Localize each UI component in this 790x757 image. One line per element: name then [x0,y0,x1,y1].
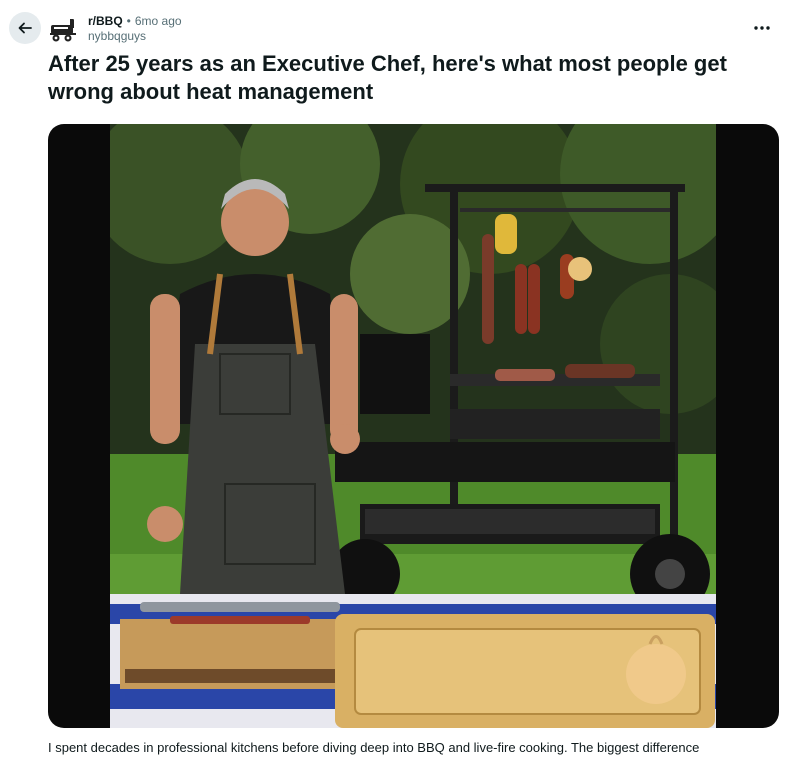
post-age: 6mo ago [134,14,182,28]
chef-grill-photo [110,124,716,728]
post-body-preview: I spent decades in professional kitchens… [48,740,700,755]
arrow-left-icon [18,22,32,34]
meta-separator: • [126,14,131,28]
subreddit-avatar[interactable] [48,16,80,48]
post-meta: r/BBQ • 6mo ago nybbqguys [88,14,182,44]
author-link[interactable]: nybbqguys [88,29,182,44]
post-title[interactable]: After 25 years as an Executive Chef, her… [48,50,768,106]
more-options-button[interactable] [746,12,778,44]
subreddit-link[interactable]: r/BBQ [88,14,123,29]
post-image[interactable] [48,124,779,728]
ellipsis-icon [754,26,770,30]
back-button[interactable] [9,12,41,44]
bbq-smoker-icon [50,19,76,42]
